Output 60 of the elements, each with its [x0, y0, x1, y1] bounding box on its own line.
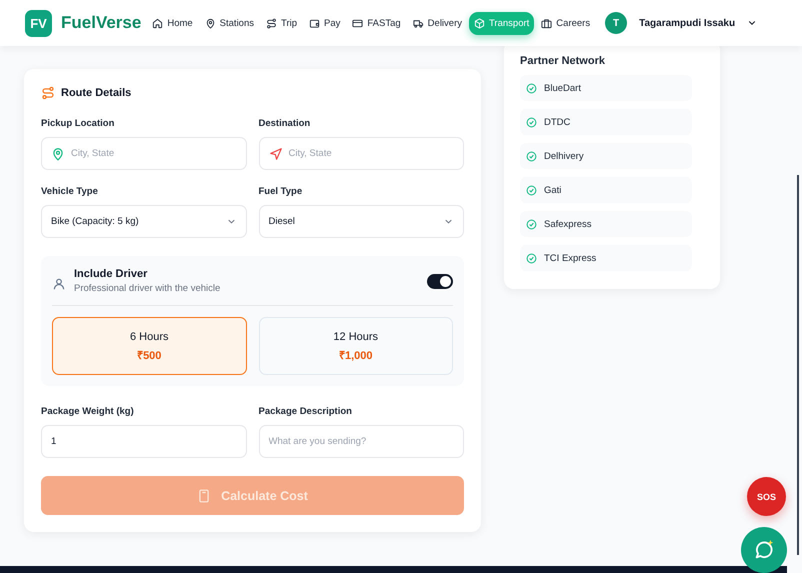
field-label: Pickup Location	[41, 118, 116, 129]
person-icon	[52, 277, 66, 291]
nav-link[interactable]: Delivery	[408, 12, 467, 34]
sos-button[interactable]: SOS	[747, 477, 786, 516]
nav-link[interactable]: Home	[147, 12, 198, 34]
brand-name[interactable]: FuelVerse	[61, 13, 142, 33]
option-label: 12 Hours	[333, 330, 378, 342]
check-circle-icon	[526, 116, 537, 128]
input-field[interactable]: City, State	[258, 137, 464, 170]
field-label: Vehicle Type	[41, 186, 99, 197]
input-field[interactable]: 1	[41, 425, 246, 458]
select-field[interactable]: Bike (Capacity: 5 kg)	[41, 205, 246, 238]
home-icon	[152, 18, 164, 28]
option-price: ₹1,000	[338, 348, 373, 362]
check-circle-icon	[526, 150, 537, 162]
nav-link[interactable]: Stations	[200, 12, 259, 34]
user-avatar[interactable]: T	[605, 12, 628, 34]
briefcase-icon	[541, 18, 552, 28]
field-label: Fuel Type	[258, 186, 304, 197]
check-circle-icon	[526, 252, 537, 264]
card-title: Route Details	[61, 87, 132, 99]
wallet-icon	[309, 18, 320, 28]
nav-link[interactable]: Trip	[261, 12, 302, 34]
chat-sparkle-icon	[753, 539, 775, 561]
partner-item: BlueDart	[520, 75, 692, 101]
input-field[interactable]: City, State	[41, 137, 246, 170]
check-circle-icon	[526, 218, 537, 230]
card-icon	[352, 18, 364, 28]
field-label: Destination	[258, 118, 312, 129]
option-label: 6 Hours	[130, 330, 169, 342]
input-field[interactable]: What are you sending?	[258, 425, 464, 458]
duration-option[interactable]: 12 Hours ₹1,000	[258, 317, 453, 375]
scrollbar[interactable]	[797, 175, 799, 555]
map-pin-icon	[204, 18, 216, 28]
driver-subtitle: Professional driver with the vehicle	[74, 283, 222, 294]
duration-option[interactable]: 6 Hours ₹500	[52, 317, 246, 375]
field-label: Package Description	[258, 406, 353, 417]
partner-item: Safexpress	[520, 211, 692, 237]
option-price: ₹500	[137, 348, 162, 362]
calculator-icon	[197, 488, 212, 502]
chat-button[interactable]	[741, 527, 787, 573]
user-name[interactable]: Tagarampudi Issaku	[639, 18, 736, 28]
nav-link[interactable]: Pay	[304, 12, 346, 34]
driver-title: Include Driver	[74, 268, 148, 280]
route-icon	[41, 86, 55, 100]
partner-item: Delhivery	[520, 143, 692, 169]
nav-link[interactable]: FASTag	[347, 12, 406, 34]
partner-item: TCI Express	[520, 245, 692, 271]
route-icon	[266, 18, 277, 28]
nav-link[interactable]: Careers	[536, 12, 596, 34]
toggle-switch[interactable]	[427, 274, 453, 288]
partner-item: DTDC	[520, 109, 692, 135]
check-circle-icon	[526, 82, 537, 94]
check-circle-icon	[526, 184, 537, 196]
partner-item: Gati	[520, 177, 692, 203]
card-title: Partner Network	[520, 55, 606, 67]
select-field[interactable]: Diesel	[258, 205, 464, 238]
field-label: Package Weight (kg)	[41, 406, 135, 417]
truck-icon	[412, 18, 424, 28]
box-icon	[474, 18, 485, 28]
